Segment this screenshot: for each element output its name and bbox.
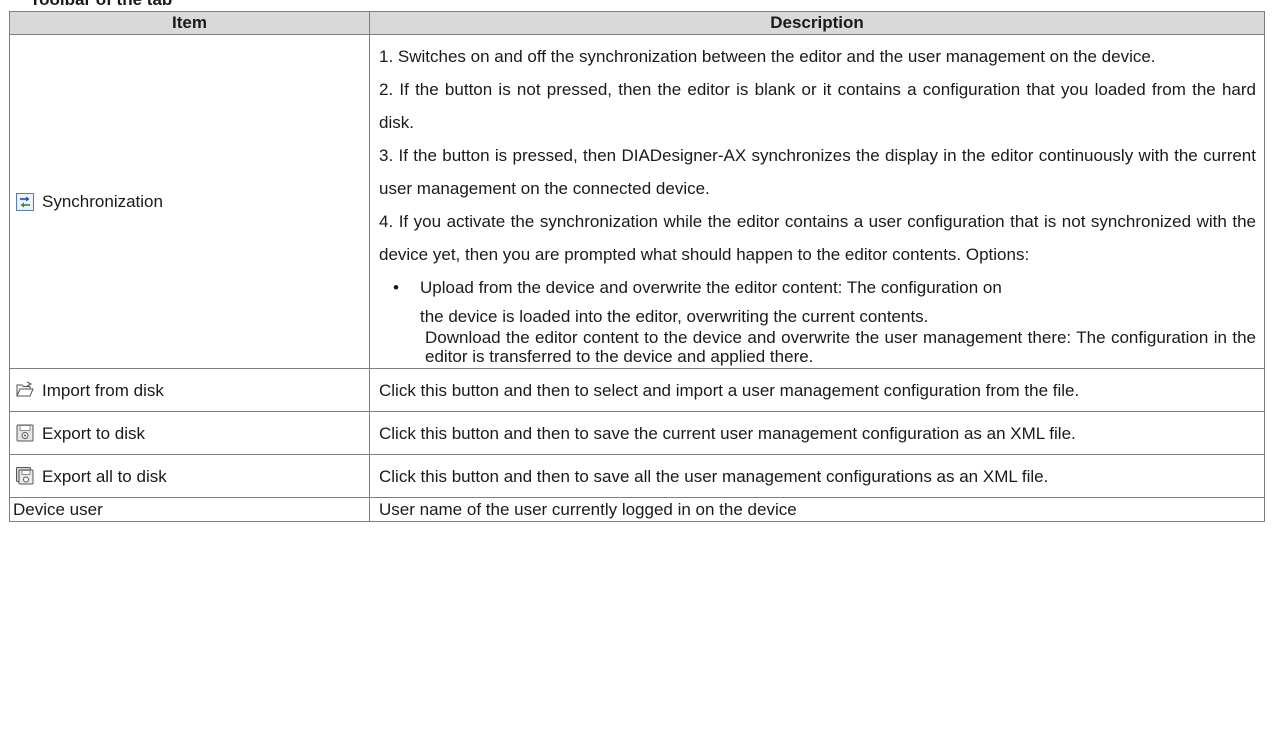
item-cell: Device user: [9, 497, 370, 522]
table-row-export-all: Export all to disk Click this button and…: [9, 454, 1265, 498]
synchronize-icon: [16, 192, 34, 211]
item-cell: Export all to disk: [9, 454, 370, 498]
list-item: • Upload from the device and overwrite t…: [379, 271, 1256, 304]
description-cell: Click this button and then to select and…: [369, 368, 1265, 412]
option-download-text: Download the editor content to the devic…: [425, 328, 1256, 366]
item-label-export-all: Export all to disk: [42, 466, 167, 486]
item-cell: Import from disk: [9, 368, 370, 412]
item-label-device-user: Device user: [13, 500, 103, 519]
description-cell: Click this button and then to save all t…: [369, 454, 1265, 498]
sync-paragraph-3: 3. If the button is pressed, then DIADes…: [379, 146, 1256, 198]
description-cell: 1. Switches on and off the synchronizati…: [369, 34, 1265, 369]
folder-open-icon: [16, 381, 34, 399]
export-all-description: Click this button and then to save all t…: [379, 466, 1049, 486]
description-cell: User name of the user currently logged i…: [369, 497, 1265, 522]
item-label-import: Import from disk: [42, 380, 164, 400]
export-description: Click this button and then to save the c…: [379, 423, 1076, 443]
item-label-export: Export to disk: [42, 423, 145, 443]
table-header-row: Item Description: [9, 11, 1265, 35]
option-upload-continuation: the device is loaded into the editor, ov…: [420, 307, 929, 326]
floppy-disk-stack-icon: [16, 467, 34, 485]
sync-paragraph-1: 1. Switches on and off the synchronizati…: [379, 47, 1156, 66]
item-cell: Export to disk: [9, 411, 370, 455]
options-list: • Upload from the device and overwrite t…: [379, 271, 1256, 304]
device-user-description: User name of the user currently logged i…: [379, 500, 797, 519]
table-row-synchronization: Synchronization 1. Switches on and off t…: [9, 34, 1265, 369]
sync-paragraph-4: 4. If you activate the synchronization w…: [379, 212, 1256, 264]
section-heading: Toolbar of the tab: [30, 0, 172, 9]
table-row-import: Import from disk Click this button and t…: [9, 368, 1265, 412]
toolbar-table: Item Description Synchronization 1. Swit…: [9, 11, 1265, 522]
item-cell: Synchronization: [9, 34, 370, 369]
sync-paragraph-2: 2. If the button is not pressed, then th…: [379, 80, 1256, 132]
import-description: Click this button and then to select and…: [379, 380, 1080, 400]
column-header-description: Description: [369, 11, 1265, 35]
floppy-disk-icon: [16, 424, 34, 442]
description-cell: Click this button and then to save the c…: [369, 411, 1265, 455]
item-label-synchronization: Synchronization: [42, 192, 163, 211]
table-row-export: Export to disk Click this button and the…: [9, 411, 1265, 455]
column-header-item: Item: [9, 11, 370, 35]
table-row-device-user: Device user User name of the user curren…: [9, 497, 1265, 522]
bullet-icon: •: [393, 278, 399, 297]
option-upload-text: Upload from the device and overwrite the…: [420, 278, 1002, 297]
